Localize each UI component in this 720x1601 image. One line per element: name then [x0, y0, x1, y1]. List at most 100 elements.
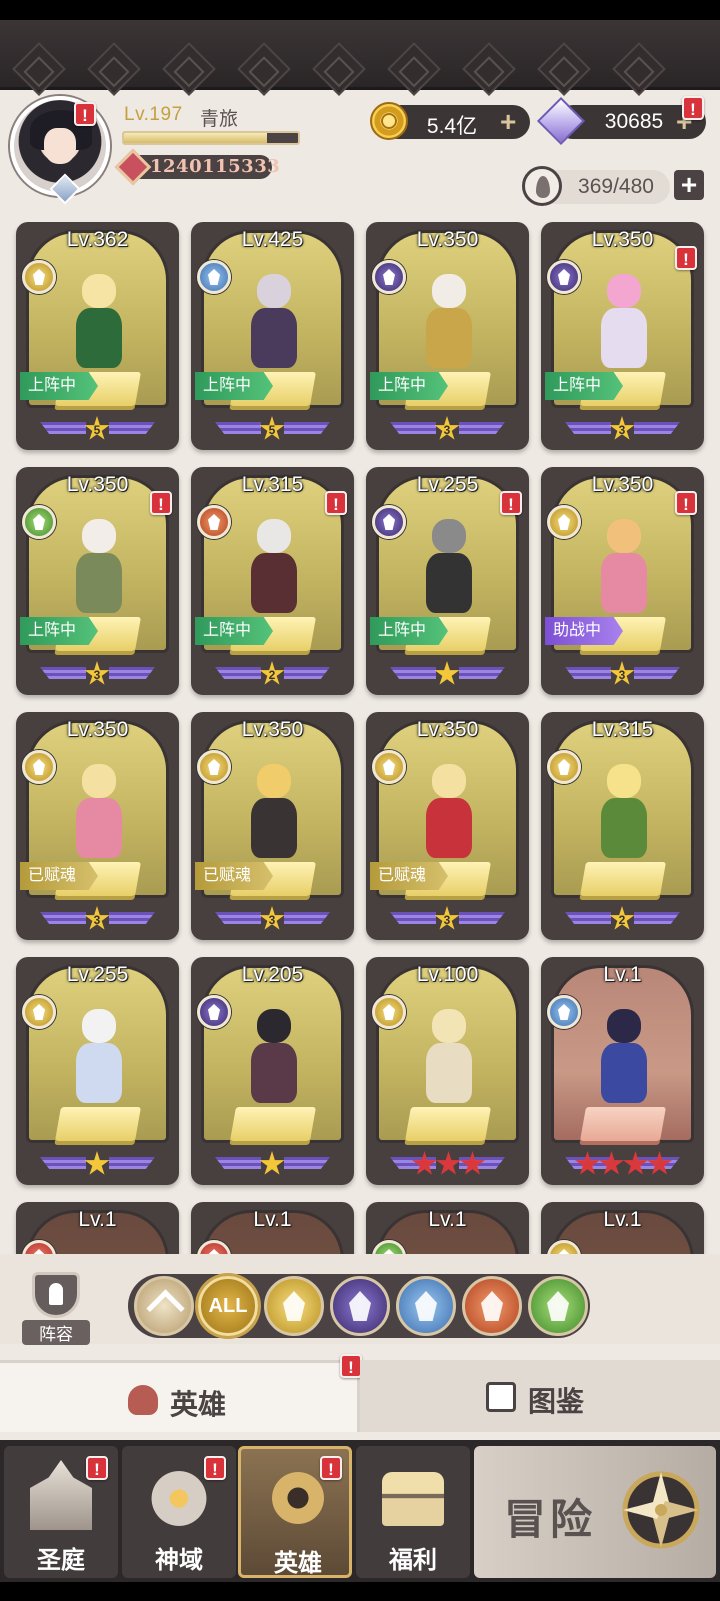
star-wing-right — [284, 912, 330, 924]
star-rating — [541, 1149, 704, 1179]
tab-heroes[interactable]: 英雄 — [0, 1360, 360, 1432]
faction-dark-icon — [372, 505, 406, 539]
hero-card[interactable]: Lv.315 2 — [541, 712, 704, 940]
star-rating — [16, 1149, 179, 1179]
exp-bar-fill — [124, 133, 267, 143]
filter-all-button[interactable]: ALL — [198, 1276, 258, 1336]
hero-level: Lv.350 — [66, 718, 129, 741]
filter-light-icon[interactable] — [264, 1276, 324, 1336]
hero-sprite — [233, 274, 313, 378]
hero-card[interactable]: Lv.350 上阵中 3 — [366, 222, 529, 450]
status-bar — [0, 0, 720, 20]
hero-sprite — [58, 1009, 138, 1113]
faction-light-icon — [372, 995, 406, 1029]
star-wing-right — [284, 1157, 330, 1169]
hero-card[interactable]: Lv.1 — [541, 1202, 704, 1254]
hero-card[interactable]: Lv.255 上阵中! — [366, 467, 529, 695]
star-count: 2 — [618, 913, 626, 927]
filter-nature-icon[interactable] — [528, 1276, 588, 1336]
star-wing-right — [634, 912, 680, 924]
hero-sprite — [233, 1009, 313, 1113]
hero-card[interactable]: Lv.350 上阵中 3! — [541, 222, 704, 450]
diamond-alert-badge: ! — [682, 96, 704, 120]
star-icon — [436, 1151, 461, 1175]
filter-dark-icon[interactable] — [330, 1276, 390, 1336]
star-wing-left — [40, 667, 86, 679]
codex-book-icon — [486, 1382, 516, 1412]
hero-sprite — [58, 274, 138, 378]
hero-alert-badge: ! — [150, 491, 172, 515]
hero-sprite — [408, 519, 488, 623]
hero-card[interactable]: Lv.350 已赋魂 3 — [191, 712, 354, 940]
hero-level: Lv.100 — [416, 963, 479, 986]
hero-status-tag: 上阵中 — [370, 617, 449, 645]
star-count: 2 — [268, 668, 276, 682]
hero-status-tag: 上阵中 — [545, 372, 624, 400]
hero-card[interactable]: Lv.1 — [541, 957, 704, 1185]
hero-card[interactable]: Lv.350 助战中 3! — [541, 467, 704, 695]
star-rating — [191, 1149, 354, 1179]
compass-icon — [622, 1471, 700, 1549]
hero-card[interactable]: Lv.1 — [191, 1202, 354, 1254]
star-wing-right — [459, 667, 505, 679]
hero-card[interactable]: Lv.1 — [16, 1202, 179, 1254]
hero-status-tag: 上阵中 — [20, 617, 99, 645]
star-icon — [84, 1151, 110, 1175]
hero-sprite — [233, 764, 313, 868]
gold-value: 5.4亿 — [426, 115, 478, 138]
hero-card[interactable]: Lv.100 — [366, 957, 529, 1185]
faction-holy-icon — [197, 260, 231, 294]
star-wing-right — [634, 667, 680, 679]
stamina-plus-button[interactable]: + — [674, 170, 704, 200]
portal-crystal-icon — [148, 1460, 210, 1530]
star-icon — [434, 661, 460, 685]
star-count: 3 — [268, 913, 276, 927]
gold-plus-button[interactable]: + — [500, 107, 516, 137]
hero-sprite — [408, 274, 488, 378]
star-rating: 3 — [366, 904, 529, 934]
lineup-button[interactable]: 阵容 — [22, 1272, 90, 1345]
avatar-rank-gem — [49, 173, 81, 205]
hero-card[interactable]: Lv.425 上阵中 5 — [191, 222, 354, 450]
hero-card[interactable]: Lv.350 上阵中 3! — [16, 467, 179, 695]
star-wing-right — [109, 1157, 155, 1169]
hero-helmet-icon — [128, 1385, 158, 1415]
tab-codex[interactable]: 图鉴 — [360, 1360, 720, 1432]
banner-ornament — [237, 42, 291, 96]
star-count: 3 — [443, 423, 451, 437]
filter-beast-icon[interactable] — [462, 1276, 522, 1336]
player-name: 青旅 — [200, 109, 239, 130]
hero-card[interactable]: Lv.362 上阵中 5 — [16, 222, 179, 450]
sort-up-arrow-icon[interactable] — [134, 1276, 194, 1336]
star-wing-left — [565, 912, 611, 924]
hero-level: Lv.1 — [603, 1208, 642, 1231]
hero-status-tag: 上阵中 — [20, 372, 99, 400]
hero-sprite — [233, 519, 313, 623]
hero-card[interactable]: Lv.255 — [16, 957, 179, 1185]
hero-card[interactable]: Lv.350 已赋魂 3 — [366, 712, 529, 940]
hero-card[interactable]: Lv.205 — [191, 957, 354, 1185]
star-rating: 3 — [16, 904, 179, 934]
nav-heroes-label: 英雄 — [274, 1550, 322, 1577]
nav-welfare[interactable]: 福利 — [356, 1446, 470, 1578]
hero-card[interactable]: Lv.350 已赋魂 3 — [16, 712, 179, 940]
hero-sprite — [408, 764, 488, 868]
avatar-alert-badge: ! — [74, 102, 96, 126]
player-level: Lv.197 — [124, 104, 183, 125]
hero-alert-badge: ! — [675, 246, 697, 270]
filter-holy-icon[interactable] — [396, 1276, 456, 1336]
hero-level: Lv.205 — [241, 963, 304, 986]
faction-light-icon — [22, 260, 56, 294]
home-indicator-bar — [0, 1582, 720, 1601]
banner-ornament — [537, 42, 591, 96]
hero-card[interactable]: Lv.315 上阵中 2! — [191, 467, 354, 695]
hero-status-tag: 上阵中 — [370, 372, 449, 400]
gold-coin-icon — [370, 102, 408, 140]
hero-card[interactable]: Lv.1 — [366, 1202, 529, 1254]
adventure-button[interactable]: 冒险 — [474, 1446, 716, 1578]
star-rating: 2 — [541, 904, 704, 934]
chess-piece-icon — [32, 1272, 80, 1318]
nav-divine-realm-label: 神域 — [155, 1547, 203, 1574]
faction-light-icon — [197, 750, 231, 784]
hero-sprite — [58, 764, 138, 868]
